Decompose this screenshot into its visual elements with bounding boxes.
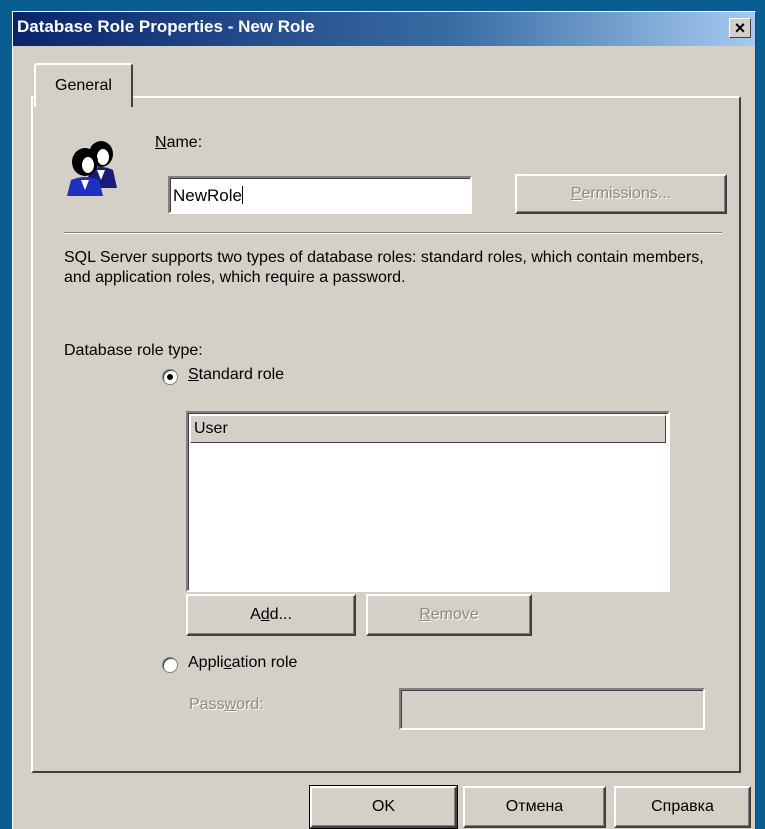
title-bar[interactable]: Database Role Properties - New Role ×	[13, 12, 755, 46]
password-label: Password:	[189, 696, 264, 713]
role-type-label: Database role type:	[64, 342, 203, 359]
name-input-value: NewRole	[173, 186, 242, 205]
tab-general-label: General	[55, 77, 112, 94]
radio-selected-dot	[167, 374, 173, 380]
application-role-radio[interactable]	[162, 657, 178, 673]
permissions-button[interactable]: Permissions...	[515, 174, 727, 214]
name-label: Name:	[155, 134, 203, 151]
list-column-header-user[interactable]: User	[190, 415, 666, 443]
password-input[interactable]	[399, 688, 705, 730]
members-list[interactable]: User	[186, 411, 670, 592]
name-input[interactable]: NewRole	[168, 176, 472, 214]
cancel-button[interactable]: Отмена	[463, 786, 606, 828]
standard-role-label[interactable]: Standard role	[188, 366, 284, 384]
roles-description: SQL Server supports two types of databas…	[64, 249, 704, 286]
close-button[interactable]: ×	[729, 18, 751, 38]
standard-role-radio[interactable]	[162, 369, 178, 385]
ok-button[interactable]: OK	[309, 785, 458, 829]
remove-button[interactable]: Remove	[366, 594, 532, 636]
dialog-window: Database Role Properties - New Role × Ge…	[12, 11, 756, 829]
window-title: Database Role Properties - New Role	[17, 17, 315, 36]
help-button[interactable]: Справка	[614, 786, 751, 828]
close-icon: ×	[734, 18, 746, 38]
separator	[64, 232, 722, 234]
roles-icon	[67, 141, 117, 196]
tab-general[interactable]: General	[34, 63, 133, 107]
application-role-label[interactable]: Application role	[188, 654, 297, 672]
add-button[interactable]: Ad d...	[186, 594, 356, 636]
